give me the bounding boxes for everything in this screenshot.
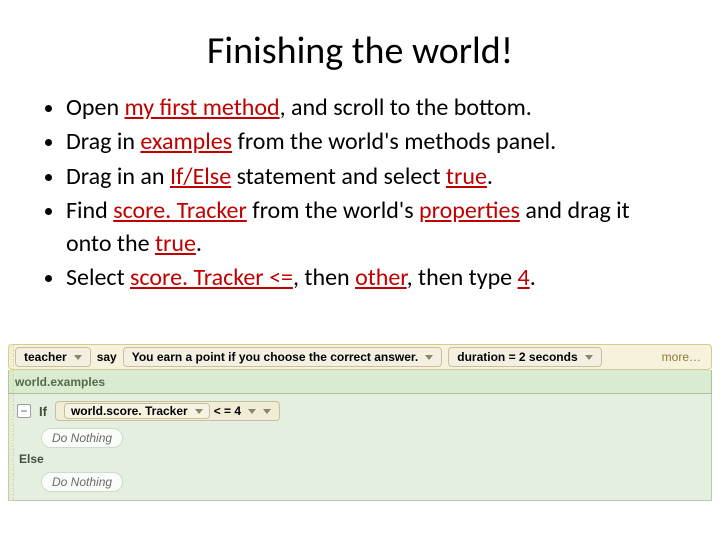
text: Drag in an xyxy=(66,162,170,191)
if-else-block[interactable]: − If world.score. Tracker < = 4 Do Nothi… xyxy=(8,394,712,501)
expr-operator: < = 4 xyxy=(214,404,241,418)
say-statement-row[interactable]: teacher say You earn a point if you choo… xyxy=(8,344,712,370)
object-dropdown[interactable]: teacher xyxy=(15,347,91,367)
bullet-item: Find score. Tracker from the world's pro… xyxy=(66,195,680,260)
do-nothing-slot[interactable]: Do Nothing xyxy=(41,428,123,448)
examples-label: world.examples xyxy=(15,375,105,389)
text: , and scroll to the bottom. xyxy=(280,93,532,122)
duration-dropdown[interactable]: duration = 2 seconds xyxy=(448,347,601,367)
keyword: examples xyxy=(140,127,232,156)
bullet-item: Open my first method, and scroll to the … xyxy=(66,92,680,124)
keyword: true xyxy=(155,229,196,258)
say-text-dropdown[interactable]: You earn a point if you choose the corre… xyxy=(123,347,443,367)
bullet-item: Select score. Tracker <=, then other, th… xyxy=(66,262,680,294)
text: from the world's xyxy=(247,196,419,225)
text: , then type xyxy=(407,263,518,292)
chevron-down-icon xyxy=(248,409,256,414)
chevron-down-icon xyxy=(74,355,82,360)
chevron-down-icon xyxy=(263,409,271,414)
text: Open xyxy=(66,93,124,122)
bullet-list: Open my first method, and scroll to the … xyxy=(40,92,680,294)
chevron-down-icon xyxy=(585,355,593,360)
chevron-down-icon xyxy=(195,409,203,414)
keyword: properties xyxy=(419,196,520,225)
text: from the world's methods panel. xyxy=(232,127,556,156)
text: , then xyxy=(293,263,355,292)
text: Find xyxy=(66,196,113,225)
chevron-down-icon xyxy=(425,355,433,360)
text: Select xyxy=(66,263,130,292)
text: . xyxy=(530,263,536,292)
examples-method-row[interactable]: world.examples xyxy=(8,370,712,394)
duration-label: duration = 2 seconds xyxy=(457,350,577,364)
slide-title: Finishing the world! xyxy=(40,28,680,74)
keyword: true xyxy=(446,162,487,191)
bullet-item: Drag in an If/Else statement and select … xyxy=(66,161,680,193)
text: Drag in xyxy=(66,127,140,156)
keyword: If/Else xyxy=(170,162,231,191)
else-keyword: Else xyxy=(19,450,707,468)
say-text: You earn a point if you choose the corre… xyxy=(132,350,419,364)
do-nothing-slot[interactable]: Do Nothing xyxy=(41,472,123,492)
object-label: teacher xyxy=(24,350,67,364)
gutter-decoration xyxy=(8,344,14,501)
collapse-icon[interactable]: − xyxy=(17,404,31,418)
condition-pill[interactable]: world.score. Tracker < = 4 xyxy=(55,401,280,421)
more-link[interactable]: more… xyxy=(662,350,705,364)
keyword: 4 xyxy=(518,263,530,292)
text: statement and select xyxy=(231,162,446,191)
text: . xyxy=(487,162,493,191)
bullet-item: Drag in examples from the world's method… xyxy=(66,126,680,158)
expr-object-dropdown[interactable]: world.score. Tracker xyxy=(64,403,210,419)
alice-code-panel: teacher say You earn a point if you choo… xyxy=(8,344,712,501)
keyword: score. Tracker <= xyxy=(130,263,293,292)
keyword: my first method xyxy=(124,93,279,122)
text: . xyxy=(196,229,202,258)
if-keyword: If xyxy=(39,404,47,419)
if-condition-row: − If world.score. Tracker < = 4 xyxy=(13,398,707,424)
method-label: say xyxy=(97,350,117,364)
keyword: score. Tracker xyxy=(113,196,247,225)
expr-object-label: world.score. Tracker xyxy=(71,404,188,418)
keyword: other xyxy=(355,263,407,292)
